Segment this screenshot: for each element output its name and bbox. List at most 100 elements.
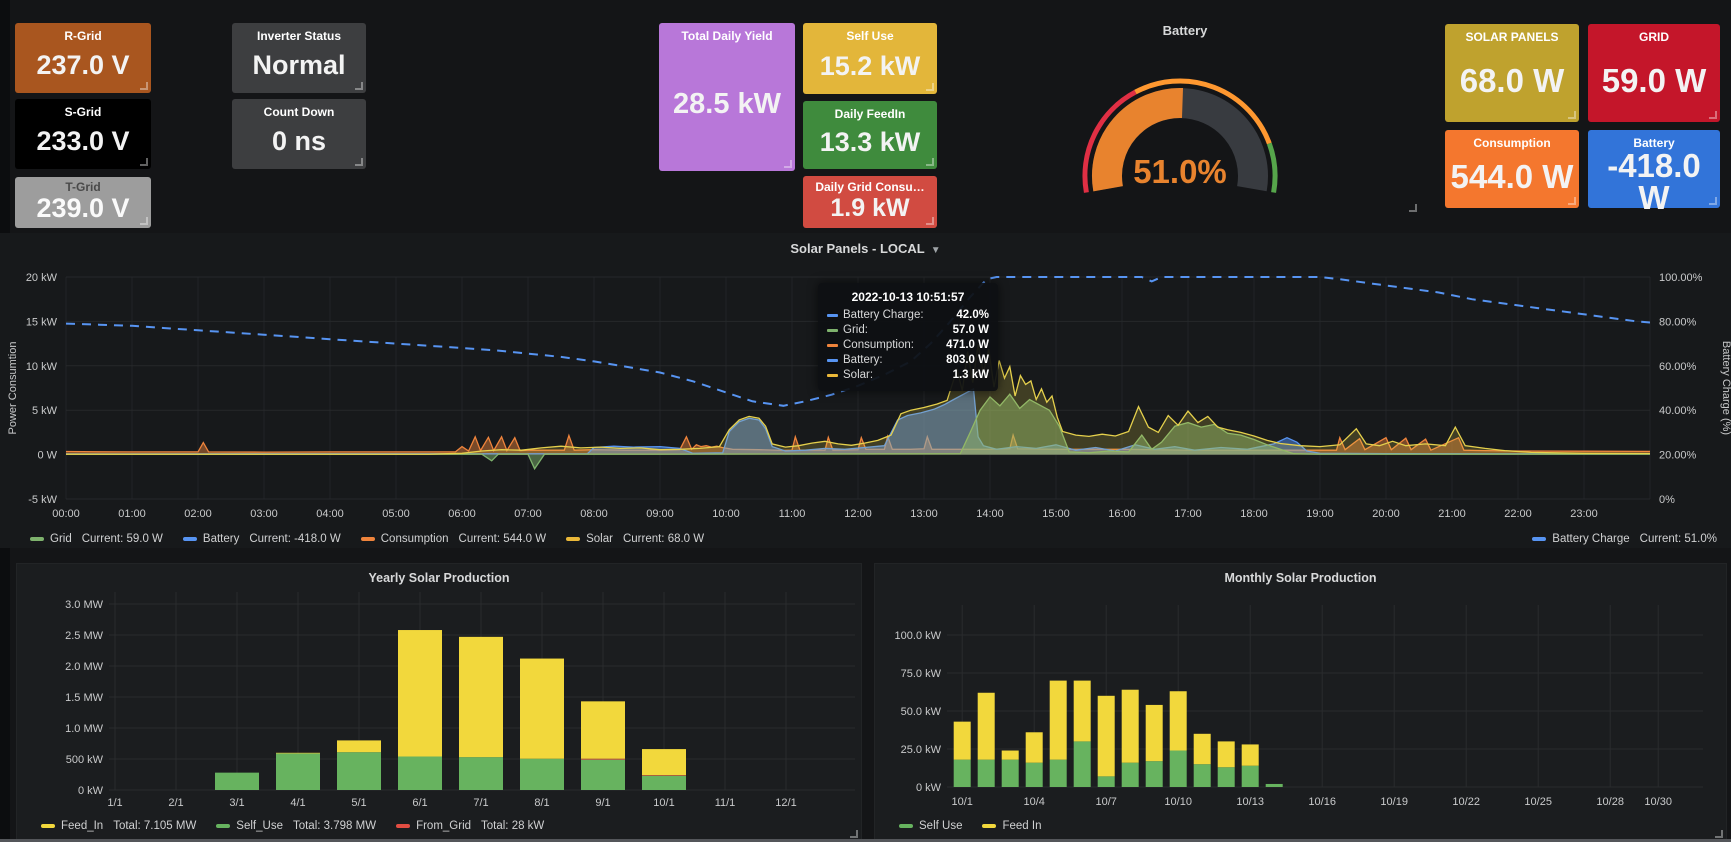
bar-segment-self-use-10-6[interactable]	[1074, 741, 1091, 787]
legend-item-battery[interactable]: BatteryCurrent: -418.0 W	[183, 533, 341, 545]
bar-segment-self-use-3-1[interactable]	[215, 773, 259, 790]
bar-segment-self-use-10-5[interactable]	[1050, 760, 1067, 787]
legend-series-name[interactable]: Battery Charge	[1552, 533, 1629, 545]
legend-item-battery-charge[interactable]: Battery ChargeCurrent: 51.0%	[1532, 533, 1717, 545]
bar-segment-feed-in-10-3[interactable]	[1002, 751, 1019, 760]
bar-segment-from-grid-10-1[interactable]	[642, 775, 686, 776]
bar-segment-feed-in-10-1[interactable]	[954, 722, 971, 760]
x-axis-tick: 9/1	[595, 797, 610, 809]
bar-segment-self-use-10-12[interactable]	[1218, 767, 1235, 787]
stat-title[interactable]: SOLAR PANELS	[1465, 31, 1558, 44]
bar-segment-self-use-10-1[interactable]	[954, 760, 971, 787]
bar-segment-feed-in-10-1[interactable]	[642, 749, 686, 775]
legend-series-name[interactable]: From_Grid	[416, 820, 471, 832]
bar-segment-feed-in-9-1[interactable]	[581, 701, 625, 758]
legend-series-name[interactable]: Feed_In	[61, 820, 103, 832]
legend-series-name[interactable]: Consumption	[381, 533, 449, 545]
bar-segment-feed-in-8-1[interactable]	[520, 659, 564, 759]
bar-segment-self-use-10-11[interactable]	[1194, 764, 1211, 787]
stat-value: 13.3 kW	[820, 121, 921, 169]
panel-resize-handle[interactable]	[1568, 197, 1576, 205]
panel-resize-handle[interactable]	[140, 158, 148, 166]
legend-series-name[interactable]: Feed In	[1002, 820, 1041, 832]
bar-segment-feed-in-10-10[interactable]	[1170, 691, 1187, 750]
stat-title[interactable]: Daily FeedIn	[835, 108, 906, 121]
chart-title[interactable]: Yearly Solar Production	[17, 571, 861, 585]
panel-resize-handle[interactable]	[1568, 111, 1576, 119]
stat-title[interactable]: S-Grid	[65, 106, 102, 119]
legend-item-solar[interactable]: SolarCurrent: 68.0 W	[566, 533, 704, 545]
bar-segment-feed-in-10-13[interactable]	[1242, 744, 1259, 765]
panel-resize-handle[interactable]	[926, 83, 934, 91]
bar-segment-self-use-5-1[interactable]	[337, 752, 381, 790]
panel-resize-handle[interactable]	[1709, 197, 1717, 205]
panel-resize-handle[interactable]	[784, 160, 792, 168]
bar-segment-self-use-10-7[interactable]	[1098, 776, 1115, 787]
bar-segment-feed-in-5-1[interactable]	[337, 740, 381, 752]
stat-title[interactable]: Count Down	[264, 106, 335, 119]
panel-resize-handle[interactable]	[355, 82, 363, 90]
bar-segment-self-use-10-13[interactable]	[1242, 766, 1259, 787]
panel-resize-handle[interactable]	[850, 830, 858, 838]
legend-item-monthly-self-use[interactable]: Self Use	[899, 820, 962, 832]
panel-resize-handle[interactable]	[1709, 111, 1717, 119]
panel-resize-handle[interactable]	[140, 82, 148, 90]
bar-segment-self-use-10-10[interactable]	[1170, 751, 1187, 787]
bar-segment-feed-in-10-6[interactable]	[1074, 681, 1091, 742]
bar-segment-self-use-10-1[interactable]	[642, 776, 686, 790]
bar-segment-feed-in-10-8[interactable]	[1122, 690, 1139, 763]
bar-segment-self-use-9-1[interactable]	[581, 760, 625, 790]
bar-segment-feed-in-7-1[interactable]	[459, 637, 503, 757]
legend-series-name[interactable]: Grid	[50, 533, 72, 545]
x-axis-tick: 1/1	[107, 797, 122, 809]
bar-segment-feed-in-6-1[interactable]	[398, 630, 442, 756]
yearly-chart-plot[interactable]: 0 kW500 kW1.0 MW1.5 MW2.0 MW2.5 MW3.0 MW…	[17, 564, 861, 841]
legend-item-consumption[interactable]: ConsumptionCurrent: 544.0 W	[361, 533, 546, 545]
bar-segment-feed-in-10-12[interactable]	[1218, 741, 1235, 767]
bar-segment-feed-in-10-5[interactable]	[1050, 681, 1067, 760]
bar-segment-feed-in-10-7[interactable]	[1098, 696, 1115, 777]
stat-title[interactable]: T-Grid	[65, 181, 100, 194]
legend-series-name[interactable]: Battery	[203, 533, 239, 545]
gauge-title[interactable]: Battery	[950, 23, 1420, 38]
panel-resize-handle[interactable]	[926, 217, 934, 225]
panel-resize-handle[interactable]	[1715, 830, 1723, 838]
bar-segment-self-use-6-1[interactable]	[398, 757, 442, 790]
panel-resize-handle[interactable]	[355, 158, 363, 166]
panel-resize-handle[interactable]	[1409, 204, 1417, 212]
bar-segment-feed-in-10-4[interactable]	[1026, 732, 1043, 762]
bar-segment-self-use-10-9[interactable]	[1146, 761, 1163, 787]
bar-segment-feed-in-4-1[interactable]	[276, 753, 320, 754]
stat-title[interactable]: Self Use	[846, 30, 893, 43]
bar-segment-feed-in-10-2[interactable]	[978, 693, 995, 760]
bar-segment-self-use-7-1[interactable]	[459, 757, 503, 790]
panel-resize-handle[interactable]	[140, 217, 148, 225]
legend-series-name[interactable]: Self_Use	[236, 820, 283, 832]
stat-title[interactable]: GRID	[1639, 31, 1669, 44]
stat-title[interactable]: Daily Grid Consu…	[815, 181, 924, 194]
legend-item-yearly-feed-in[interactable]: Feed_InTotal: 7.105 MW	[41, 820, 196, 832]
bar-segment-from-grid-9-1[interactable]	[581, 759, 625, 760]
bar-segment-feed-in-10-9[interactable]	[1146, 705, 1163, 761]
bar-segment-self-use-4-1[interactable]	[276, 753, 320, 790]
stat-title[interactable]: Consumption	[1473, 137, 1550, 150]
legend-item-yearly-self-use[interactable]: Self_UseTotal: 3.798 MW	[216, 820, 376, 832]
legend-series-name[interactable]: Solar	[586, 533, 613, 545]
bar-segment-self-use-10-14[interactable]	[1266, 784, 1283, 787]
bar-segment-self-use-10-2[interactable]	[978, 760, 995, 787]
legend-series-name[interactable]: Self Use	[919, 820, 962, 832]
legend-item-monthly-feed-in[interactable]: Feed In	[982, 820, 1041, 832]
bar-segment-self-use-10-8[interactable]	[1122, 763, 1139, 787]
panel-resize-handle[interactable]	[926, 158, 934, 166]
bar-segment-self-use-10-3[interactable]	[1002, 760, 1019, 787]
legend-item-grid[interactable]: GridCurrent: 59.0 W	[30, 533, 163, 545]
stat-title[interactable]: R-Grid	[64, 30, 101, 43]
bar-segment-self-use-10-4[interactable]	[1026, 763, 1043, 787]
stat-title[interactable]: Total Daily Yield	[681, 30, 772, 43]
chart-title[interactable]: Monthly Solar Production	[875, 571, 1726, 585]
monthly-chart-plot[interactable]: 0 kW25.0 kW50.0 kW75.0 kW100.0 kW10/110/…	[875, 564, 1726, 841]
bar-segment-self-use-8-1[interactable]	[520, 759, 564, 790]
legend-item-yearly-from-grid[interactable]: From_GridTotal: 28 kW	[396, 820, 544, 832]
bar-segment-feed-in-10-11[interactable]	[1194, 734, 1211, 764]
stat-title[interactable]: Inverter Status	[257, 30, 341, 43]
